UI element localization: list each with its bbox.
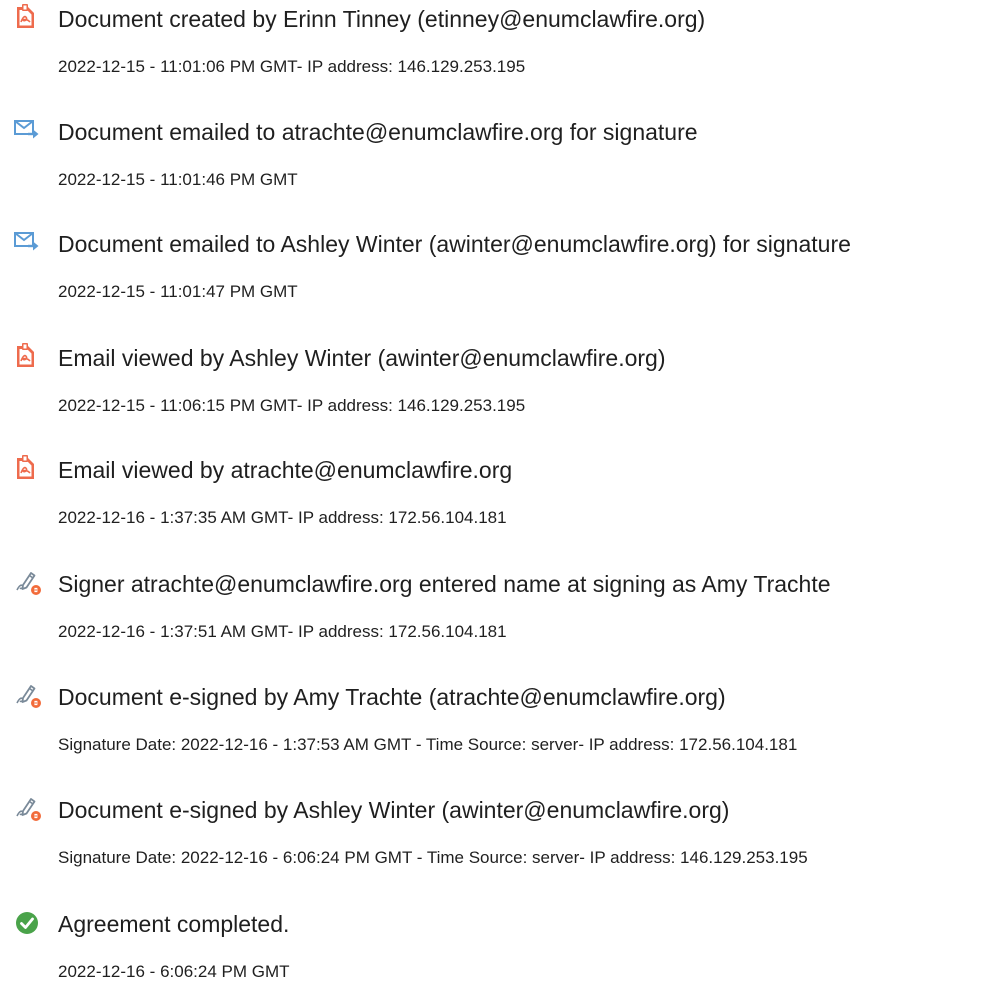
event-detail: 2022-12-15 - 11:01:47 PM GMT bbox=[58, 282, 298, 301]
audit-event: Agreement completed. 2022-12-16 - 6:06:2… bbox=[0, 905, 1000, 985]
audit-event: Document e-signed by Ashley Winter (awin… bbox=[0, 791, 1000, 871]
event-detail: Signature Date: 2022-12-16 - 6:06:24 PM … bbox=[58, 848, 808, 867]
event-detail: 2022-12-16 - 6:06:24 PM GMT bbox=[58, 962, 290, 981]
check-circle-icon bbox=[11, 906, 43, 938]
document-viewed-icon bbox=[11, 452, 43, 484]
audit-event: Email viewed by Ashley Winter (awinter@e… bbox=[0, 339, 1000, 419]
event-title: Document created by Erinn Tinney (etinne… bbox=[58, 6, 706, 32]
event-detail: 2022-12-15 - 11:01:46 PM GMT bbox=[58, 170, 298, 189]
email-sent-icon bbox=[11, 114, 43, 146]
event-detail: Signature Date: 2022-12-16 - 1:37:53 AM … bbox=[58, 735, 798, 754]
audit-event: Signer atrachte@enumclawfire.org entered… bbox=[0, 565, 1000, 645]
event-title: Email viewed by Ashley Winter (awinter@e… bbox=[58, 345, 666, 371]
event-detail: 2022-12-16 - 1:37:35 AM GMT- IP address:… bbox=[58, 508, 507, 527]
event-title: Document e-signed by Amy Trachte (atrach… bbox=[58, 684, 726, 710]
event-detail: 2022-12-16 - 1:37:51 AM GMT- IP address:… bbox=[58, 622, 507, 641]
audit-event: Email viewed by atrachte@enumclawfire.or… bbox=[0, 451, 1000, 531]
audit-event: Document created by Erinn Tinney (etinne… bbox=[0, 0, 1000, 80]
event-detail: 2022-12-15 - 11:01:06 PM GMT- IP address… bbox=[58, 57, 526, 76]
audit-event: Document emailed to atrachte@enumclawfir… bbox=[0, 113, 1000, 193]
document-viewed-icon bbox=[11, 340, 43, 372]
esign-pen-icon bbox=[11, 792, 43, 824]
document-created-icon bbox=[11, 1, 43, 33]
esign-pen-icon bbox=[11, 566, 43, 598]
event-title: Email viewed by atrachte@enumclawfire.or… bbox=[58, 457, 513, 483]
audit-event: Document emailed to Ashley Winter (awint… bbox=[0, 225, 1000, 305]
audit-event: Document e-signed by Amy Trachte (atrach… bbox=[0, 678, 1000, 758]
event-detail: 2022-12-15 - 11:06:15 PM GMT- IP address… bbox=[58, 396, 526, 415]
event-title: Document emailed to Ashley Winter (awint… bbox=[58, 231, 851, 257]
esign-pen-icon bbox=[11, 679, 43, 711]
event-title: Document e-signed by Ashley Winter (awin… bbox=[58, 797, 730, 823]
event-title: Agreement completed. bbox=[58, 911, 290, 937]
event-title: Signer atrachte@enumclawfire.org entered… bbox=[58, 571, 831, 597]
email-sent-icon bbox=[11, 226, 43, 258]
event-title: Document emailed to atrachte@enumclawfir… bbox=[58, 119, 698, 145]
